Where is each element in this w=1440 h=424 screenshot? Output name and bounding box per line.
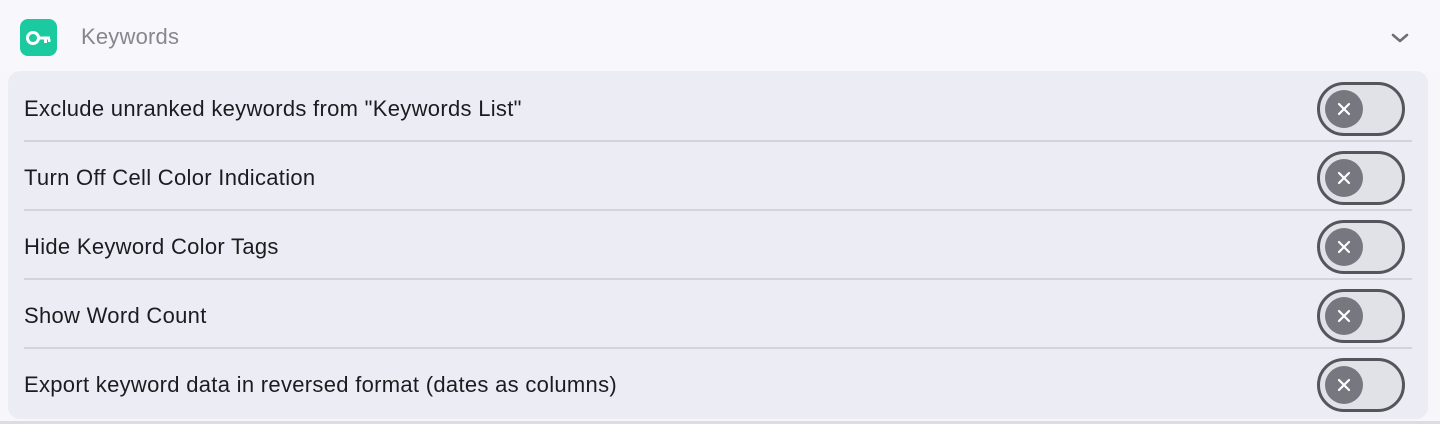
section-title: Keywords <box>81 24 180 49</box>
setting-label: Exclude unranked keywords from "Keywords… <box>24 96 522 121</box>
setting-label: Hide Keyword Color Tags <box>24 234 279 259</box>
settings-panel: Exclude unranked keywords from "Keywords… <box>8 71 1428 419</box>
show-word-count-toggle[interactable] <box>1317 289 1405 343</box>
setting-row-turn-off-cell-color-indication: Turn Off Cell Color Indication <box>8 142 1428 211</box>
setting-label: Export keyword data in reversed format (… <box>24 372 618 397</box>
exclude-unranked-keywords-toggle[interactable] <box>1317 82 1405 136</box>
export-reversed-format-toggle[interactable] <box>1317 358 1405 412</box>
close-icon <box>1325 228 1363 266</box>
close-icon <box>1325 159 1363 197</box>
setting-label: Turn Off Cell Color Indication <box>24 165 316 190</box>
hide-keyword-color-tags-toggle[interactable] <box>1317 220 1405 274</box>
setting-label: Show Word Count <box>24 303 207 328</box>
setting-row-hide-keyword-color-tags: Hide Keyword Color Tags <box>8 211 1428 280</box>
turn-off-cell-color-indication-toggle[interactable] <box>1317 151 1405 205</box>
key-icon <box>20 19 57 56</box>
setting-row-export-reversed-format: Export keyword data in reversed format (… <box>8 349 1428 418</box>
chevron-down-icon[interactable] <box>1386 24 1414 52</box>
setting-row-show-word-count: Show Word Count <box>8 280 1428 349</box>
keywords-section-header[interactable]: Keywords <box>0 0 1440 72</box>
close-icon <box>1325 297 1363 335</box>
setting-row-exclude-unranked-keywords: Exclude unranked keywords from "Keywords… <box>8 73 1428 142</box>
close-icon <box>1325 90 1363 128</box>
close-icon <box>1325 366 1363 404</box>
